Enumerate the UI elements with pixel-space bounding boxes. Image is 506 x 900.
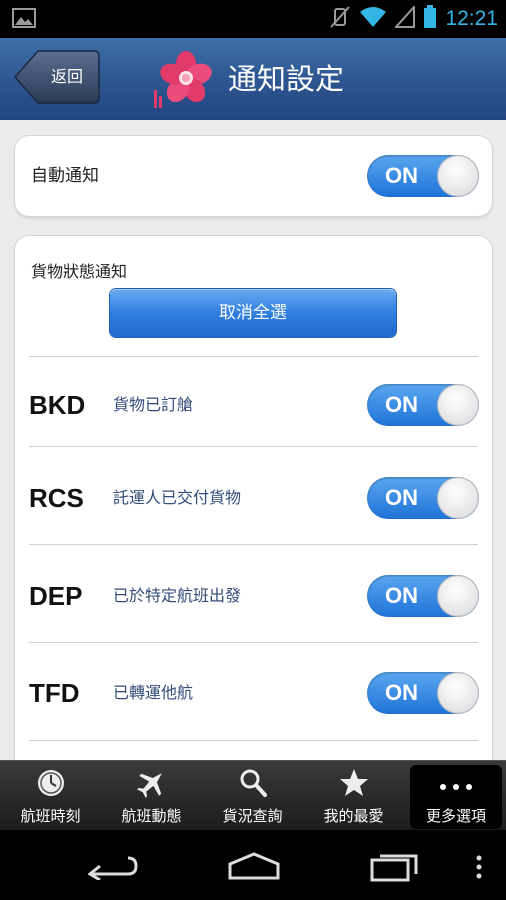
bkd-toggle[interactable]: ON — [367, 384, 479, 426]
tab-flight-status[interactable]: 航班動態 — [101, 761, 202, 831]
clock-icon — [35, 767, 67, 799]
status-row-dep: DEP 已於特定航班出發 ON — [15, 547, 492, 645]
back-nav-icon[interactable] — [87, 850, 138, 884]
battery-icon — [423, 5, 437, 33]
status-code: BKD — [29, 390, 86, 420]
tab-label: 貨況查詢 — [222, 807, 283, 825]
cargo-status-card: 貨物狀態通知 取消全選 BKD 貨物已訂艙 ON RCS 託運人已交付貨物 ON… — [15, 236, 492, 760]
status-description: 已於特定航班出發 — [113, 586, 242, 605]
status-code: TFD — [29, 678, 80, 708]
gallery-notification-icon — [12, 8, 36, 28]
more-icon — [438, 771, 472, 803]
toggle-knob — [438, 673, 478, 713]
recent-apps-icon[interactable] — [370, 852, 420, 886]
status-description: 貨物已訂艙 — [113, 395, 194, 414]
auto-notify-toggle[interactable]: ON — [367, 155, 479, 197]
tab-label: 航班時刻 — [20, 807, 81, 825]
back-button-label: 返回 — [50, 67, 83, 86]
toggle-state: ON — [385, 583, 418, 608]
plum-blossom-logo — [150, 50, 214, 112]
divider — [29, 642, 478, 643]
signal-icon — [394, 4, 416, 32]
tab-flight-schedule[interactable]: 航班時刻 — [0, 761, 101, 831]
divider — [29, 740, 478, 741]
toggle-knob — [438, 576, 478, 616]
wifi-icon — [359, 6, 387, 32]
tfd-toggle[interactable]: ON — [367, 672, 479, 714]
rcs-toggle[interactable]: ON — [367, 477, 479, 519]
toggle-knob — [438, 156, 478, 196]
app-header: 返回 通知設定 — [0, 38, 506, 120]
back-button[interactable]: 返回 — [14, 50, 100, 104]
status-row-tfd: TFD 已轉運他航 ON — [15, 644, 492, 742]
search-icon — [237, 767, 269, 799]
status-time: 12:21 — [445, 7, 498, 30]
divider — [29, 544, 478, 545]
clear-all-button[interactable]: 取消全選 — [110, 289, 396, 337]
toggle-knob — [438, 385, 478, 425]
settings-content[interactable]: 自動通知 ON 貨物狀態通知 取消全選 BKD 貨物已訂艙 ON RCS 託運人… — [0, 120, 506, 760]
toggle-knob — [438, 478, 478, 518]
toggle-state: ON — [385, 680, 418, 705]
cargo-status-title: 貨物狀態通知 — [31, 262, 128, 281]
status-code: RCS — [29, 483, 84, 513]
status-row-bkd: BKD 貨物已訂艙 ON — [15, 356, 492, 454]
page-title: 通知設定 — [228, 62, 345, 96]
bottom-tab-bar: 航班時刻 航班動態 貨況查詢 我的最愛 更多選項 — [0, 760, 506, 830]
tab-label: 航班動態 — [121, 807, 182, 825]
divider — [29, 446, 478, 447]
vibrate-mute-icon — [329, 5, 351, 33]
plane-icon — [136, 767, 168, 799]
auto-notify-card: 自動通知 ON — [15, 136, 492, 216]
auto-notify-label: 自動通知 — [31, 166, 99, 186]
dep-toggle[interactable]: ON — [367, 575, 479, 617]
toggle-state: ON — [385, 392, 418, 417]
toggle-state: ON — [385, 485, 418, 510]
status-code: DEP — [29, 581, 83, 611]
tab-label: 更多選項 — [425, 807, 486, 825]
home-nav-icon[interactable] — [226, 852, 282, 884]
system-nav-bar — [0, 830, 506, 900]
tab-cargo-tracking[interactable]: 貨況查詢 — [202, 761, 303, 831]
tab-label: 我的最愛 — [323, 807, 384, 825]
status-description: 已轉運他航 — [113, 683, 194, 702]
tab-more-options[interactable]: 更多選項 — [410, 765, 502, 829]
toggle-state: ON — [385, 163, 418, 188]
status-row-rcs: RCS 託運人已交付貨物 ON — [15, 449, 492, 547]
overflow-menu-icon[interactable] — [474, 854, 484, 884]
star-icon — [338, 767, 370, 799]
tab-favorites[interactable]: 我的最愛 — [303, 761, 404, 831]
status-bar: 12:21 — [0, 0, 506, 38]
status-description: 託運人已交付貨物 — [113, 488, 242, 507]
